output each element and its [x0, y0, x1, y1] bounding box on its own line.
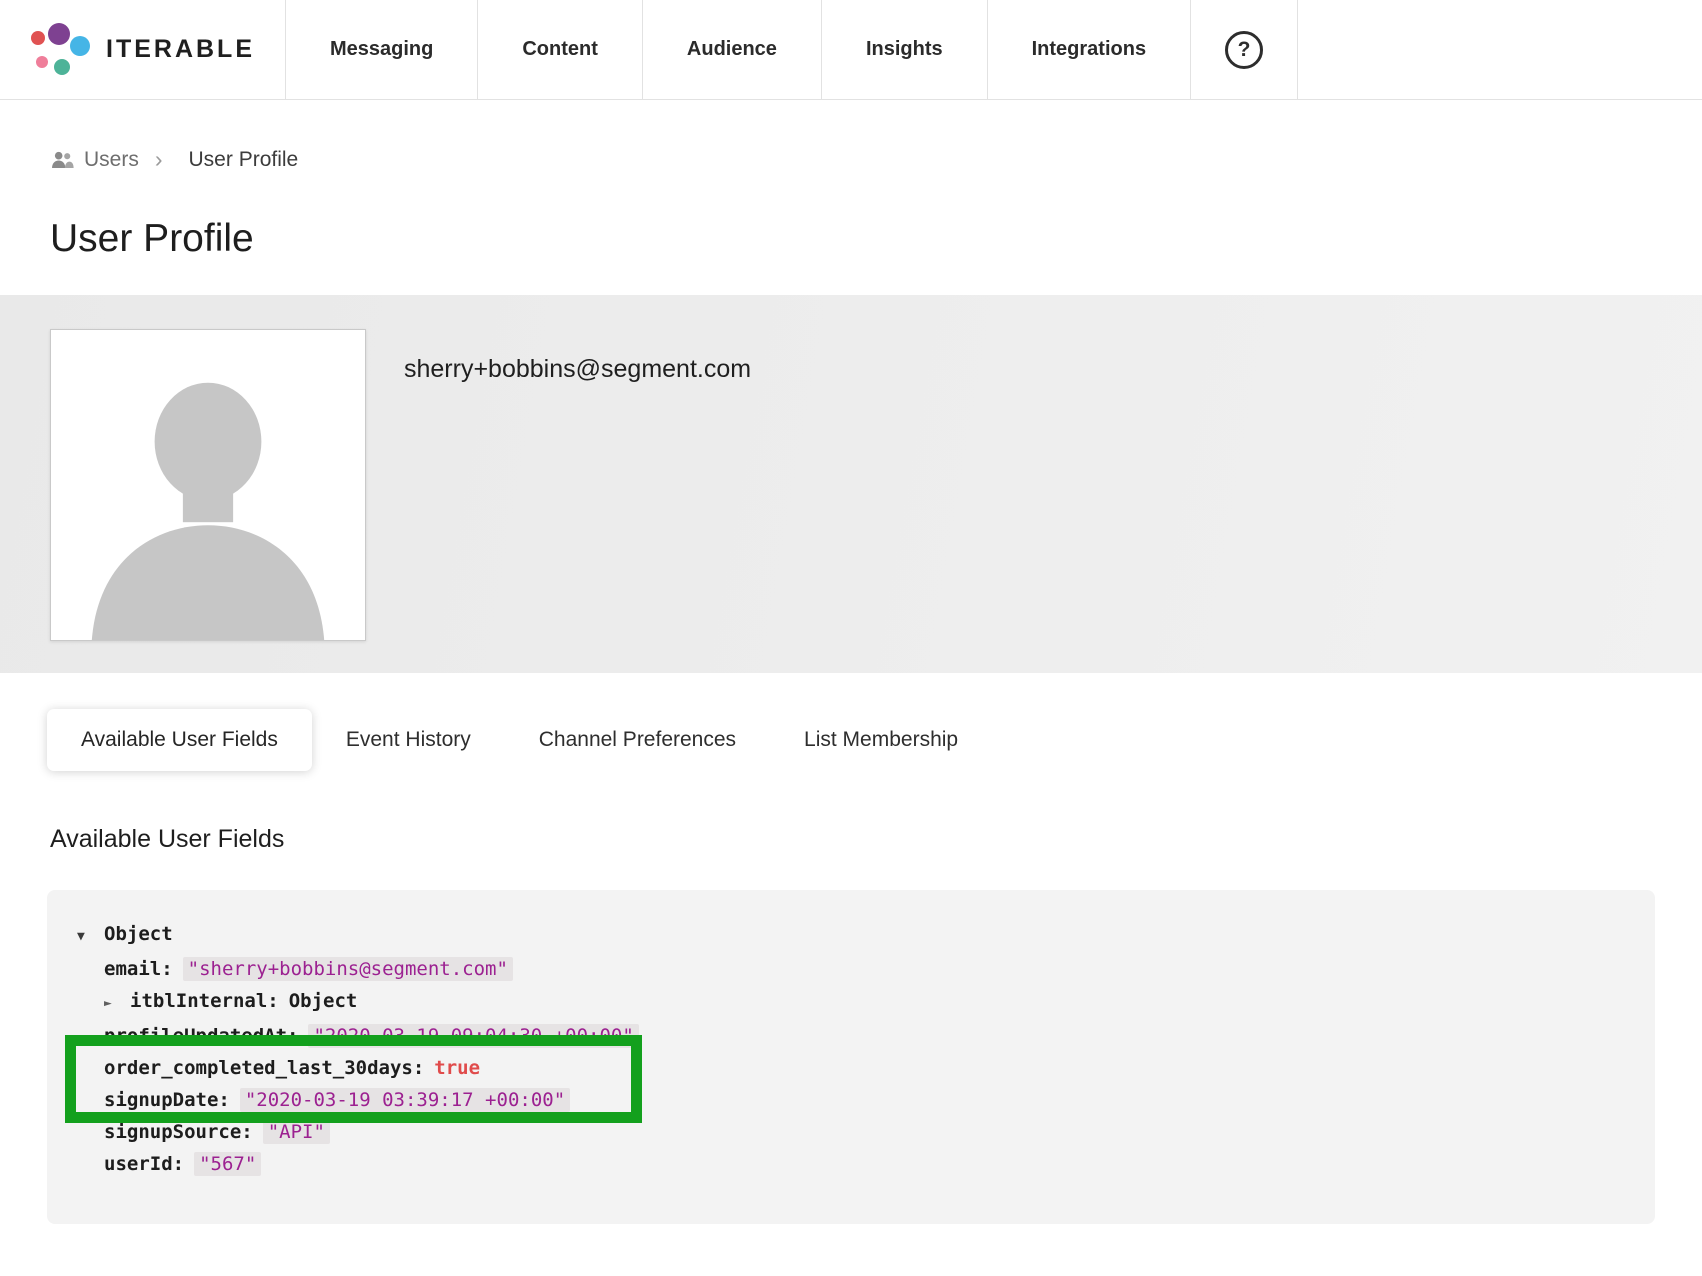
tab-channel-preferences[interactable]: Channel Preferences — [505, 709, 770, 771]
breadcrumb-users-label: Users — [84, 148, 139, 172]
tab-list-membership[interactable]: List Membership — [770, 709, 992, 771]
help-button[interactable]: ? — [1191, 0, 1298, 99]
tab-event-history[interactable]: Event History — [312, 709, 505, 771]
nav-item-content[interactable]: Content — [478, 0, 643, 99]
top-nav: ITERABLE MessagingContentAudienceInsight… — [0, 0, 1702, 100]
brand-name: ITERABLE — [106, 35, 255, 64]
user-fields-json: ▼Object email:"sherry+bobbins@segment.co… — [47, 890, 1655, 1224]
collapse-arrow-icon[interactable]: ► — [104, 988, 130, 1020]
field-key: itblInternal: — [130, 990, 279, 1012]
nav-item-insights[interactable]: Insights — [822, 0, 988, 99]
nav-items: MessagingContentAudienceInsightsIntegrat… — [286, 0, 1191, 99]
field-row-profileUpdatedAt: profileUpdatedAt: "2020-03-19 09:04:30 +0… — [104, 1020, 1617, 1052]
json-rows: email: "sherry+bobbins@segment.com" ►itblI… — [77, 953, 1617, 1180]
field-row-itblInternal: ►itblInternal: Object — [104, 985, 1617, 1020]
field-key: profileUpdatedAt: — [104, 1025, 298, 1047]
breadcrumb: Users › User Profile — [0, 100, 1702, 173]
field-value: true — [434, 1057, 480, 1079]
page-title: User Profile — [0, 173, 1702, 295]
section-heading: Available User Fields — [50, 825, 1702, 854]
tab-available-user-fields[interactable]: Available User Fields — [47, 709, 312, 771]
field-row-signupSource: signupSource: "API" — [104, 1116, 1617, 1148]
field-row-order_completed_last_30days: order_completed_last_30days: true — [104, 1052, 1617, 1084]
field-value: "2020-03-19 03:39:17 +00:00" — [240, 1088, 570, 1112]
field-value: "2020-03-19 09:04:30 +00:00" — [308, 1024, 638, 1048]
nav-item-audience[interactable]: Audience — [643, 0, 822, 99]
field-value: "sherry+bobbins@segment.com" — [183, 957, 513, 981]
field-row-userId: userId: "567" — [104, 1148, 1617, 1180]
field-row-email: email: "sherry+bobbins@segment.com" — [104, 953, 1617, 985]
profile-tabs: Available User FieldsEvent HistoryChanne… — [47, 709, 1702, 771]
breadcrumb-users-link[interactable]: Users — [50, 148, 139, 172]
field-value: "567" — [194, 1152, 261, 1176]
collapse-arrow-icon[interactable]: ▼ — [77, 921, 104, 953]
iterable-logo-icon — [28, 21, 90, 79]
json-root-row: ▼Object — [77, 918, 1617, 953]
field-key: signupSource: — [104, 1121, 253, 1143]
field-key: email: — [104, 958, 173, 980]
breadcrumb-current: User Profile — [189, 148, 299, 172]
profile-email: sherry+bobbins@segment.com — [404, 355, 751, 641]
field-key: userId: — [104, 1153, 184, 1175]
chevron-right-icon: › — [155, 146, 163, 173]
nav-item-integrations[interactable]: Integrations — [988, 0, 1191, 99]
field-key: order_completed_last_30days: — [104, 1057, 424, 1079]
users-icon — [50, 150, 74, 169]
field-value: Object — [289, 990, 358, 1012]
avatar-placeholder-icon — [51, 330, 365, 640]
field-value: "API" — [263, 1120, 330, 1144]
field-row-signupDate: signupDate: "2020-03-19 03:39:17 +00:00" — [104, 1084, 1617, 1116]
nav-item-messaging[interactable]: Messaging — [286, 0, 478, 99]
profile-hero: sherry+bobbins@segment.com — [0, 295, 1702, 673]
brand-logo[interactable]: ITERABLE — [0, 0, 286, 99]
avatar — [50, 329, 366, 641]
json-root-label: Object — [104, 923, 173, 945]
help-icon: ? — [1225, 31, 1263, 69]
field-key: signupDate: — [104, 1089, 230, 1111]
